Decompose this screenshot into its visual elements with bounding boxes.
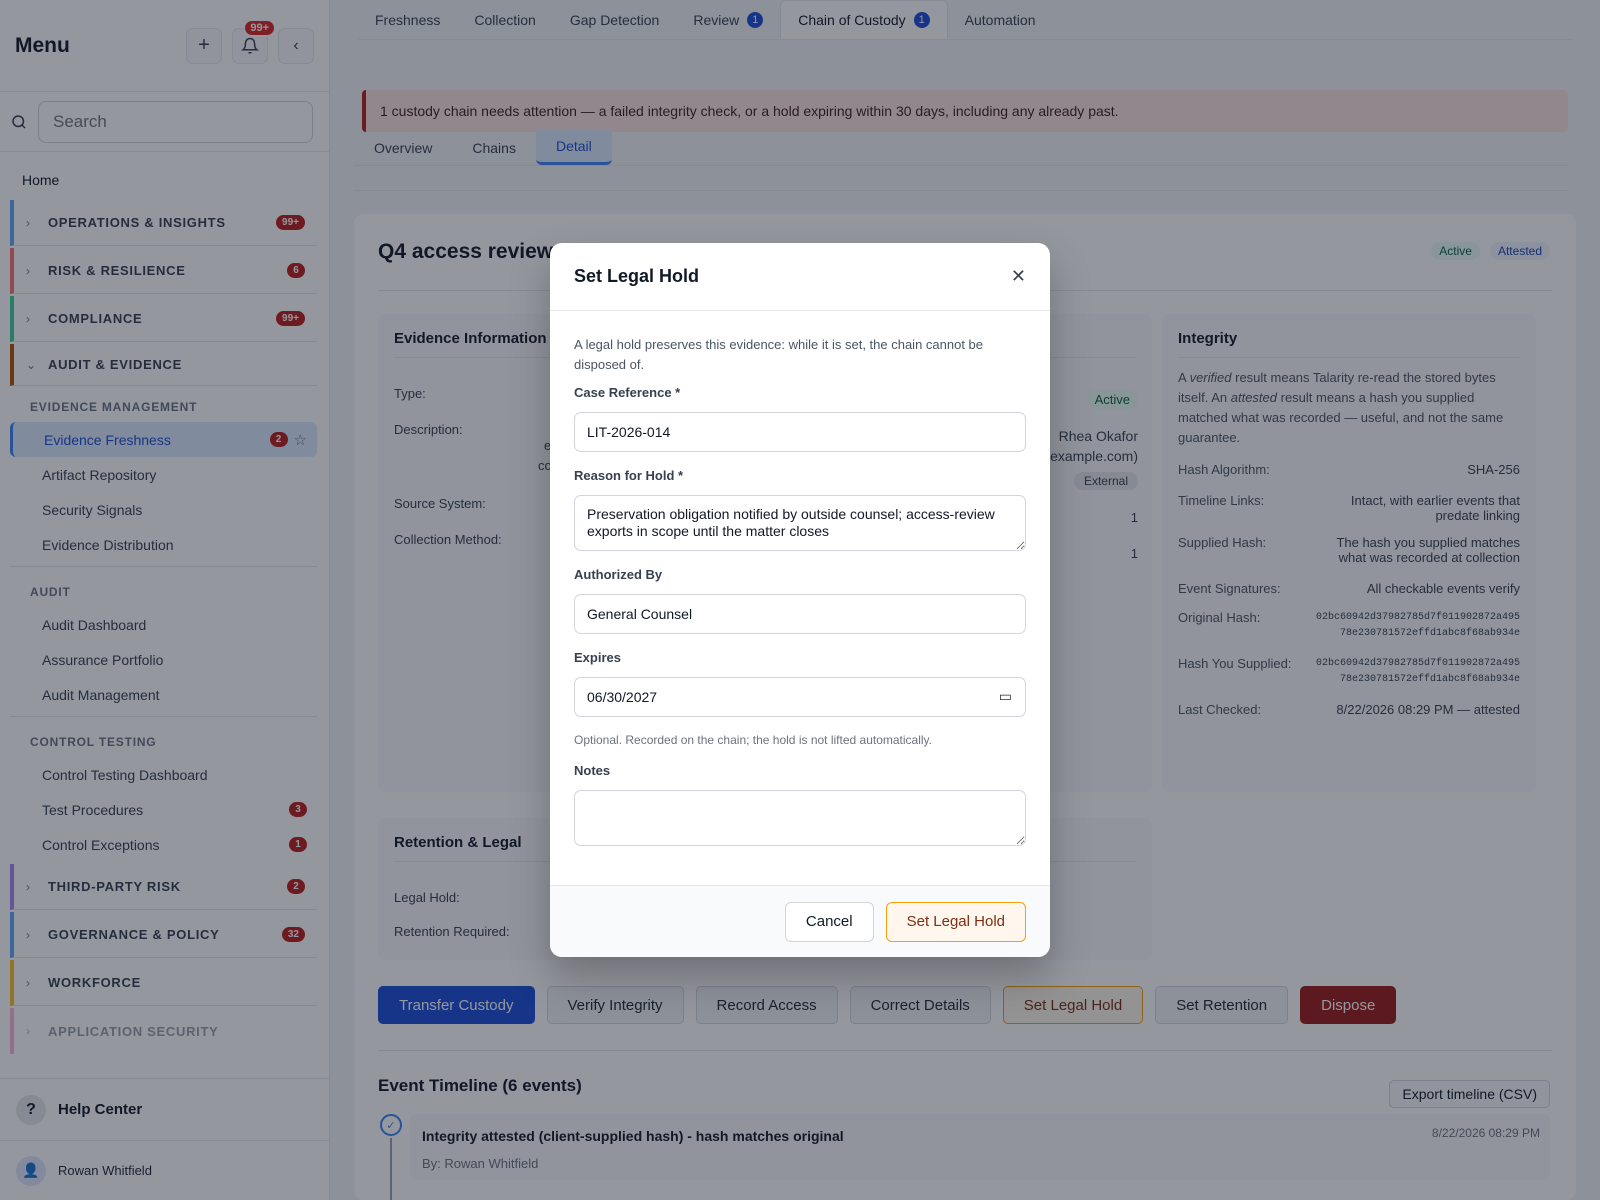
expires-label: Expires — [574, 650, 621, 665]
calendar-icon[interactable]: ▭ — [999, 688, 1012, 705]
close-icon[interactable]: ✕ — [1011, 266, 1026, 287]
case-reference-label: Case Reference * — [574, 385, 681, 400]
cancel-button[interactable]: Cancel — [784, 901, 874, 942]
expires-date-input[interactable] — [574, 677, 1026, 717]
expires-hint: Optional. Recorded on the chain; the hol… — [574, 733, 932, 747]
dialog-intro: A legal hold preserves this evidence: wh… — [574, 337, 984, 372]
dialog-title: Set Legal Hold — [574, 266, 700, 286]
set-legal-hold-submit-button[interactable]: Set Legal Hold — [885, 901, 1026, 942]
notes-textarea[interactable] — [574, 790, 1026, 846]
notes-label: Notes — [574, 763, 611, 778]
case-reference-input[interactable] — [574, 412, 1026, 452]
authorized-by-label: Authorized By — [574, 567, 663, 582]
set-legal-hold-dialog: Set Legal Hold ✕ A legal hold preserves … — [550, 243, 1050, 957]
authorized-by-input[interactable] — [574, 594, 1026, 634]
reason-label: Reason for Hold * — [574, 468, 684, 483]
reason-textarea[interactable]: Preservation obligation notified by outs… — [574, 495, 1026, 551]
